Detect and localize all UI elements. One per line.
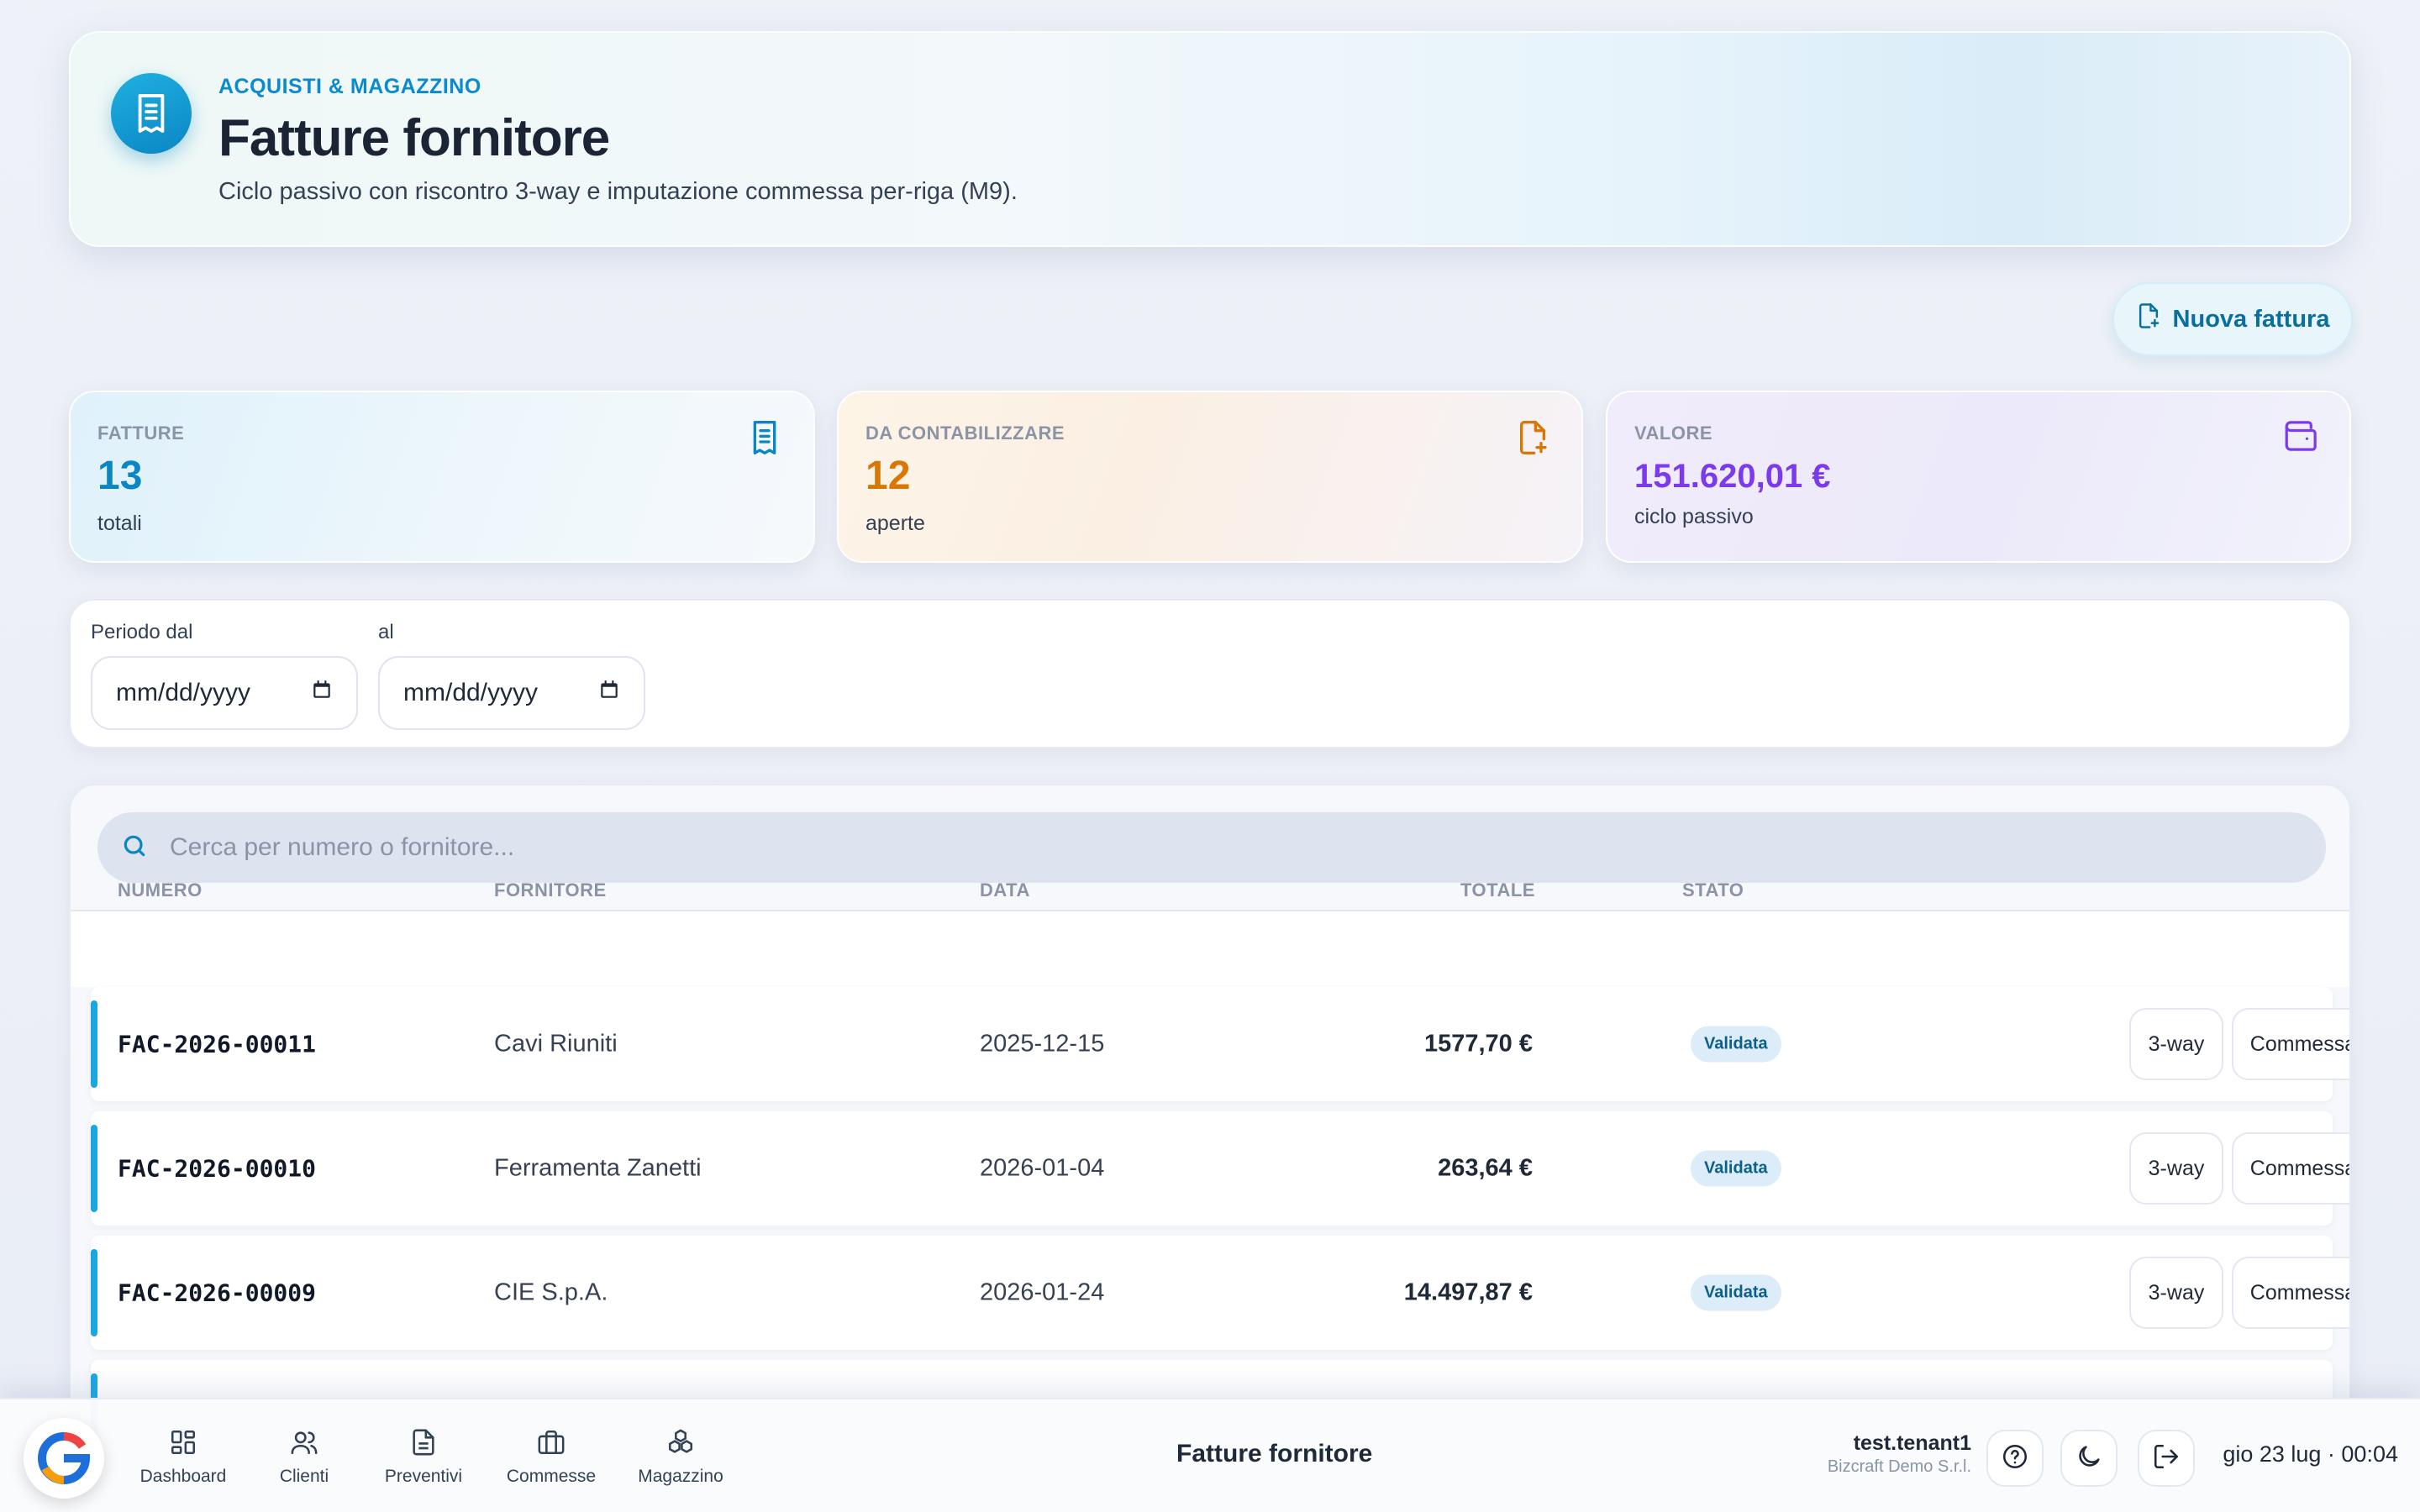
bottom-nav-bar: Dashboard Clienti Preventivi Commesse Ma… — [0, 1398, 2420, 1512]
user-name: test.tenant1 — [1853, 1431, 1971, 1455]
invoice-number: FAC-2026-00009 — [118, 1278, 317, 1307]
filters-card: Periodo dal mm/dd/yyyy al mm/dd/yyyy — [69, 599, 2351, 748]
nav-item-dashboard[interactable]: Dashboard — [124, 1428, 242, 1487]
receipt-icon — [111, 73, 192, 154]
nav-item-preventivi[interactable]: Preventivi — [365, 1428, 482, 1487]
kpi-value: 13 — [97, 454, 143, 498]
users-icon — [290, 1428, 318, 1462]
help-circle-icon — [2001, 1442, 2029, 1475]
page-header-card: ACQUISTI & MAGAZZINO Fatture fornitore C… — [69, 31, 2351, 247]
document-icon — [409, 1428, 438, 1462]
column-header-numero: NUMERO — [118, 879, 203, 900]
nav-item-label: Clienti — [279, 1467, 329, 1486]
logout-button[interactable] — [2138, 1430, 2195, 1487]
supplier-name: Ferramenta Zanetti — [494, 1154, 702, 1182]
nav-item-label: Magazzino — [638, 1467, 723, 1486]
nav-item-magazzino[interactable]: Magazzino — [622, 1428, 739, 1487]
new-invoice-label: Nuova fattura — [2172, 305, 2330, 333]
org-name: Bizcraft Demo S.r.l. — [1827, 1457, 1971, 1476]
help-button[interactable] — [1986, 1430, 2044, 1487]
column-header-stato: STATO — [1682, 879, 1744, 900]
current-page-title: Fatture fornitore — [1176, 1440, 1373, 1467]
column-header-data: DATA — [980, 879, 1030, 900]
briefcase-icon — [537, 1428, 566, 1462]
calendar-icon — [598, 679, 620, 707]
logout-icon — [2152, 1442, 2181, 1475]
period-to-input[interactable]: mm/dd/yyyy — [378, 656, 645, 730]
table-row[interactable]: FAC-2026-00011 Cavi Riuniti 2025-12-15 1… — [91, 987, 2349, 1101]
kpi-label: DA CONTABILIZZARE — [865, 423, 1065, 444]
commessa-button[interactable]: Commessa — [2232, 1132, 2349, 1205]
column-header-fornitore: FORNITORE — [494, 879, 607, 900]
app-logo-icon[interactable] — [24, 1418, 104, 1499]
row-accent-bar — [91, 1000, 97, 1088]
three-way-button[interactable]: 3-way — [2129, 1132, 2223, 1205]
three-way-button[interactable]: 3-way — [2129, 1008, 2223, 1080]
theme-toggle-button[interactable] — [2060, 1430, 2118, 1487]
status-badge: Validata — [1691, 1150, 1781, 1187]
invoice-date: 2026-01-24 — [980, 1278, 1105, 1306]
grid-icon — [169, 1428, 197, 1462]
commessa-button[interactable]: Commessa — [2232, 1008, 2349, 1080]
period-from-value: mm/dd/yyyy — [116, 679, 251, 706]
datetime-display: gio 23 lug · 00:04 — [2223, 1441, 2398, 1467]
invoice-total: 263,64 € — [1438, 1154, 1533, 1182]
nav-item-clienti[interactable]: Clienti — [245, 1428, 363, 1487]
invoice-total: 1577,70 € — [1423, 1030, 1533, 1058]
kpi-card-to-account: DA CONTABILIZZARE 12 aperte — [837, 391, 1583, 563]
page-title: Fatture fornitore — [218, 109, 610, 167]
wallet-icon — [2284, 419, 2321, 456]
period-from-label: Periodo dal — [91, 621, 193, 643]
moon-icon — [2075, 1442, 2103, 1475]
column-header-totale: TOTALE — [1460, 879, 1535, 900]
period-from-input[interactable]: mm/dd/yyyy — [91, 656, 358, 730]
supplier-name: CIE S.p.A. — [494, 1278, 608, 1306]
period-to-label: al — [378, 621, 394, 643]
period-to-value: mm/dd/yyyy — [403, 679, 539, 706]
nav-item-label: Preventivi — [384, 1467, 463, 1486]
row-accent-bar — [91, 1125, 97, 1212]
calendar-icon — [311, 679, 333, 707]
section-eyebrow: ACQUISTI & MAGAZZINO — [218, 75, 481, 98]
file-plus-icon — [1516, 419, 1553, 456]
boxes-icon — [666, 1428, 695, 1462]
table-row[interactable]: FAC-2026-00010 Ferramenta Zanetti 2026-0… — [91, 1111, 2349, 1226]
receipt-icon — [748, 419, 785, 456]
kpi-note: totali — [97, 512, 142, 535]
invoice-total: 14.497,87 € — [1403, 1278, 1533, 1306]
page-subtitle: Ciclo passivo con riscontro 3-way e impu… — [218, 178, 1018, 205]
invoice-number: FAC-2026-00010 — [118, 1154, 317, 1183]
user-info: test.tenant1 Bizcraft Demo S.r.l. — [1828, 1431, 1971, 1477]
invoice-number: FAC-2026-00011 — [118, 1030, 317, 1058]
search-icon — [121, 832, 148, 864]
nav-item-label: Commesse — [506, 1467, 597, 1486]
kpi-card-invoices: FATTURE 13 totali — [69, 391, 815, 563]
kpi-label: FATTURE — [97, 423, 185, 444]
search-input[interactable] — [170, 833, 2186, 862]
commessa-button[interactable]: Commessa — [2232, 1257, 2349, 1329]
nav-item-commesse[interactable]: Commesse — [492, 1428, 610, 1487]
kpi-value: 151.620,01 € — [1634, 458, 1831, 495]
row-accent-bar — [91, 1249, 97, 1336]
kpi-label: VALORE — [1634, 423, 1713, 444]
status-badge: Validata — [1691, 1274, 1781, 1311]
three-way-button[interactable]: 3-way — [2129, 1257, 2223, 1329]
invoice-date: 2026-01-04 — [980, 1154, 1105, 1182]
status-badge: Validata — [1691, 1026, 1781, 1063]
table-row[interactable]: FAC-2026-00009 CIE S.p.A. 2026-01-24 14.… — [91, 1236, 2349, 1350]
supplier-name: Cavi Riuniti — [494, 1030, 618, 1058]
kpi-value: 12 — [865, 454, 911, 498]
invoice-date: 2025-12-15 — [980, 1030, 1105, 1058]
file-plus-icon — [2136, 302, 2161, 336]
kpi-note: aperte — [865, 512, 925, 535]
kpi-card-value: VALORE 151.620,01 € ciclo passivo — [1606, 391, 2351, 563]
table-header — [71, 911, 2349, 987]
nav-item-label: Dashboard — [139, 1467, 227, 1486]
kpi-note: ciclo passivo — [1634, 505, 1754, 528]
new-invoice-button[interactable]: Nuova fattura — [2112, 282, 2353, 356]
search-bar[interactable] — [97, 812, 2326, 883]
